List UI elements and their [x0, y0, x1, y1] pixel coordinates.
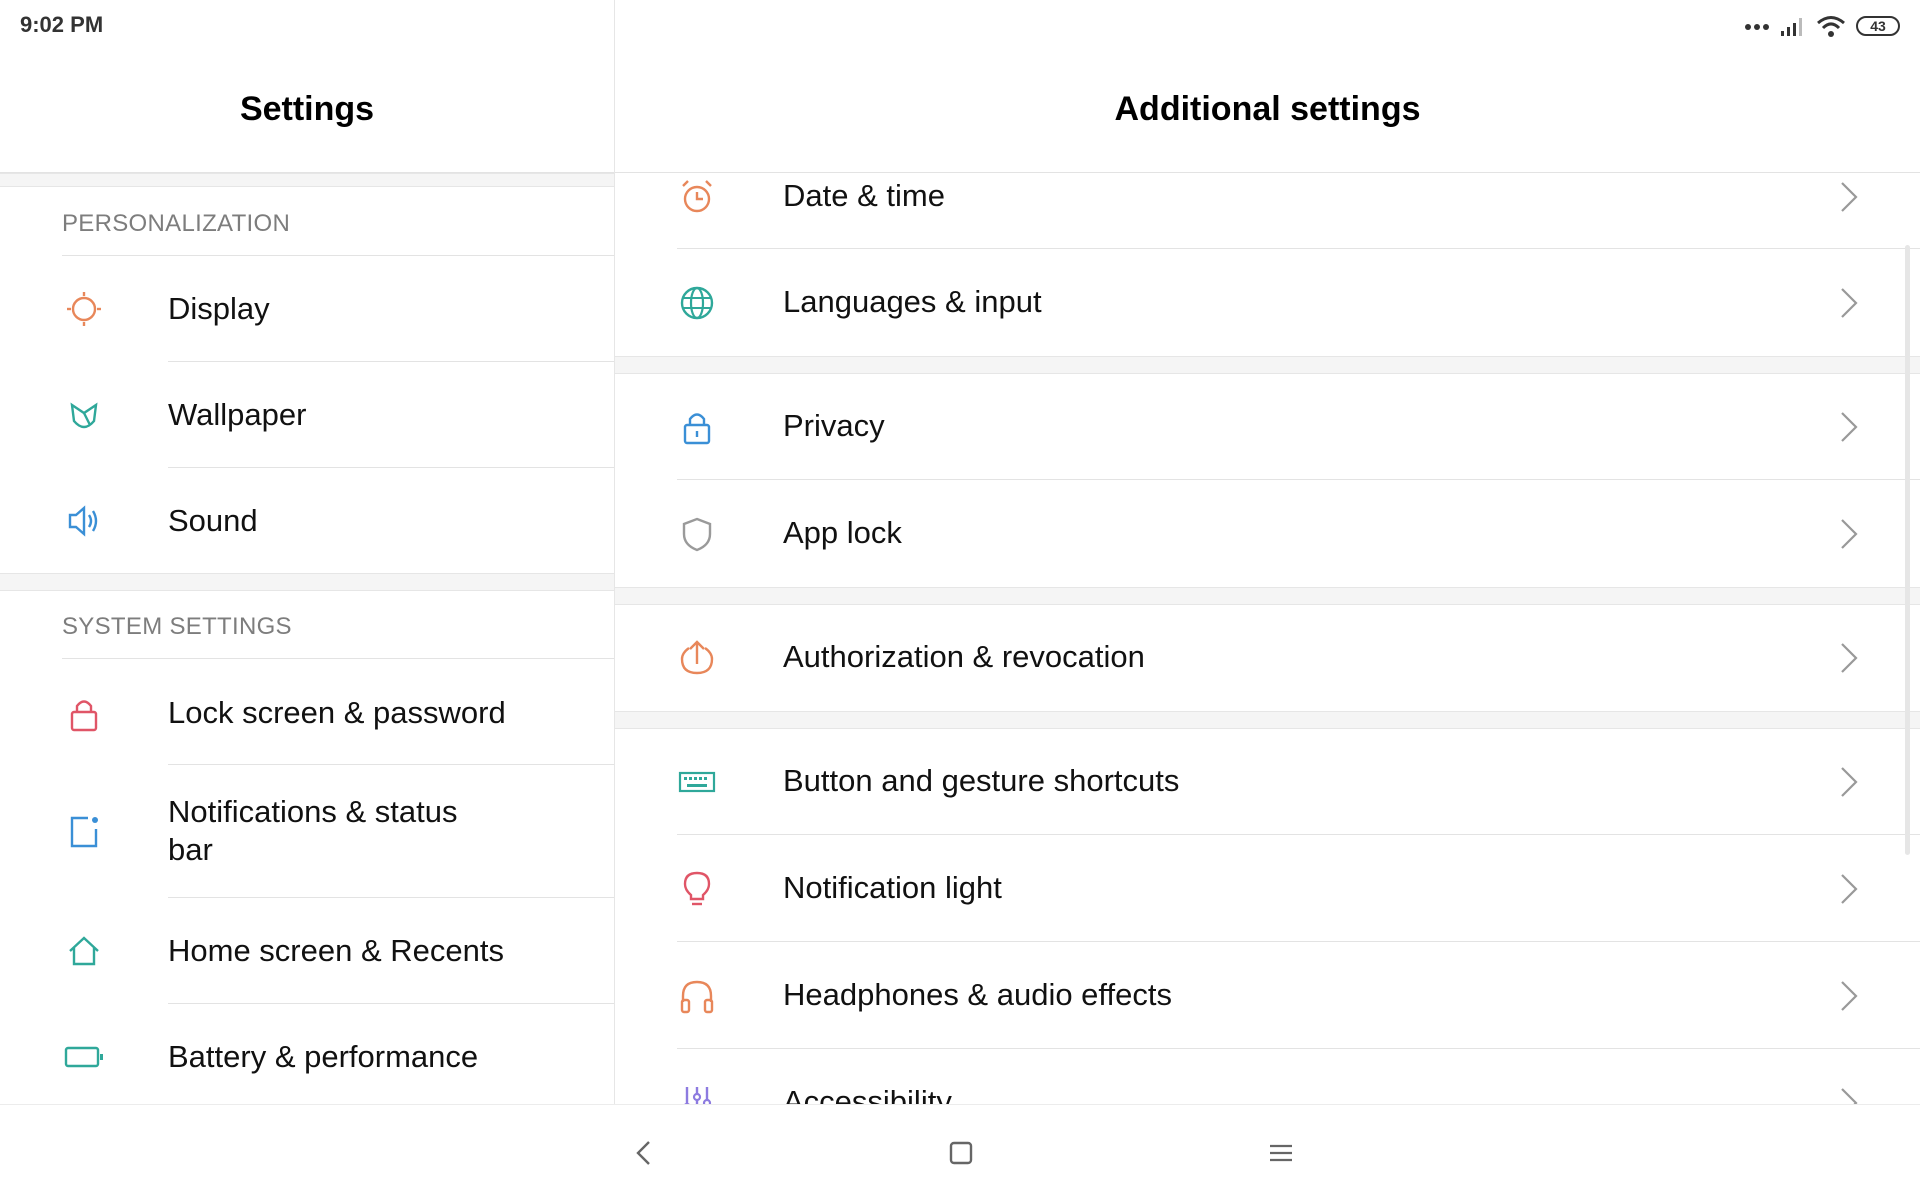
sidebar-item-label: Wallpaper: [168, 397, 307, 432]
keyboard-icon: [675, 760, 719, 804]
recents-button[interactable]: [1257, 1129, 1305, 1177]
speaker-icon: [62, 499, 106, 543]
additional-settings-pane: Additional settings Date & time Language…: [615, 0, 1920, 1104]
chevron-right-icon: [1841, 874, 1858, 904]
sidebar-item-sound[interactable]: Sound: [0, 468, 614, 573]
settings-item-label: Accessibility: [783, 1084, 952, 1104]
sidebar-item-lock-screen[interactable]: Lock screen & password: [0, 659, 614, 765]
chevron-right-icon: [1841, 182, 1858, 212]
settings-item-label: App lock: [783, 515, 902, 550]
navigation-bar: [0, 1104, 1920, 1201]
sidebar-item-notifications[interactable]: Notifications & status bar: [0, 765, 614, 898]
settings-item-label: Privacy: [783, 408, 885, 443]
upload-circle-icon: [675, 636, 719, 680]
notification-square-icon: [62, 809, 106, 853]
chevron-right-icon: [1841, 767, 1858, 797]
settings-item-app-lock[interactable]: App lock: [615, 480, 1920, 587]
sidebar-item-home-screen[interactable]: Home screen & Recents: [0, 898, 614, 1004]
sidebar-item-display[interactable]: Display: [0, 256, 614, 362]
sidebar-item-label: Display: [168, 291, 270, 326]
lock-icon: [675, 405, 719, 449]
back-button[interactable]: [620, 1129, 668, 1177]
sidebar-item-label: Battery & performance: [168, 1039, 479, 1074]
settings-item-label: Languages & input: [783, 284, 1042, 319]
section-title-system-settings: SYSTEM SETTINGS: [62, 613, 292, 640]
settings-item-label: Button and gesture shortcuts: [783, 763, 1180, 798]
section-spacer: [0, 573, 614, 591]
back-icon: [636, 1141, 650, 1165]
settings-item-label: Date & time: [783, 178, 945, 213]
chevron-right-icon: [1841, 519, 1858, 549]
chevron-right-icon: [1841, 643, 1858, 673]
alarm-clock-icon: [675, 175, 719, 219]
sliders-icon: [675, 1081, 719, 1104]
settings-item-headphones[interactable]: Headphones & audio effects: [615, 942, 1920, 1049]
globe-icon: [675, 281, 719, 325]
section-spacer: [615, 356, 1920, 374]
home-icon: [62, 929, 106, 973]
lock-icon: [62, 692, 106, 736]
page-title: Settings: [239, 90, 375, 128]
scrollbar[interactable]: [1905, 245, 1910, 855]
sidebar-item-label: Notifications & status bar: [168, 794, 458, 867]
shield-icon: [675, 512, 719, 556]
section-spacer: [0, 173, 614, 187]
settings-item-notification-light[interactable]: Notification light: [615, 835, 1920, 942]
menu-icon: [1270, 1144, 1292, 1162]
page-title: Additional settings: [1114, 90, 1421, 128]
section-title-personalization: PERSONALIZATION: [62, 210, 291, 237]
sidebar-item-label: Lock screen & password: [168, 695, 506, 730]
settings-item-authorization[interactable]: Authorization & revocation: [615, 604, 1920, 711]
sidebar-item-wallpaper[interactable]: Wallpaper: [0, 362, 614, 468]
settings-item-accessibility[interactable]: Accessibility: [615, 1049, 1920, 1104]
headphones-icon: [675, 974, 719, 1018]
chevron-right-icon: [1841, 1088, 1858, 1104]
chevron-right-icon: [1841, 288, 1858, 318]
settings-item-date-time[interactable]: Date & time: [615, 173, 1920, 249]
settings-item-languages[interactable]: Languages & input: [615, 249, 1920, 356]
battery-icon: [62, 1035, 106, 1079]
home-square-icon: [949, 1141, 973, 1165]
sidebar-item-label: Sound: [168, 503, 258, 538]
section-spacer: [615, 711, 1920, 729]
chevron-right-icon: [1841, 412, 1858, 442]
chevron-right-icon: [1841, 981, 1858, 1011]
settings-item-label: Authorization & revocation: [783, 639, 1145, 674]
sidebar-item-label: Home screen & Recents: [168, 933, 504, 968]
settings-item-label: Headphones & audio effects: [783, 977, 1172, 1012]
settings-pane: Settings PERSONALIZATION Display Wallpap…: [0, 0, 615, 1104]
tulip-icon: [62, 393, 106, 437]
section-spacer: [615, 587, 1920, 605]
settings-item-privacy[interactable]: Privacy: [615, 373, 1920, 480]
settings-item-gesture-shortcuts[interactable]: Button and gesture shortcuts: [615, 728, 1920, 835]
home-button[interactable]: [937, 1129, 985, 1177]
settings-item-label: Notification light: [783, 870, 1002, 905]
sun-icon: [62, 287, 106, 331]
lightbulb-icon: [675, 867, 719, 911]
sidebar-item-battery[interactable]: Battery & performance: [0, 1004, 614, 1104]
